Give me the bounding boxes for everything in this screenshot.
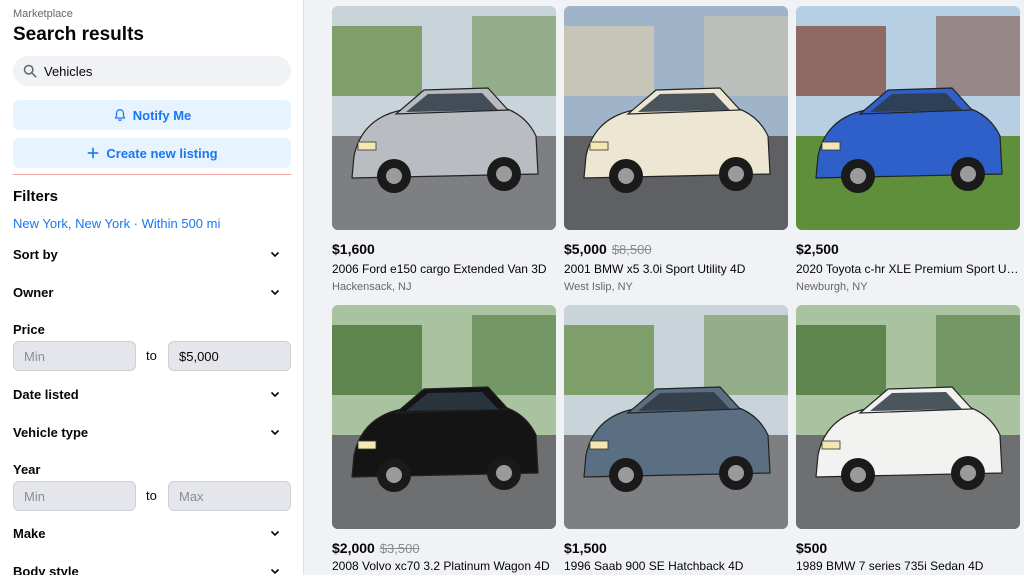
listing-price: $1,500 bbox=[564, 540, 607, 556]
owner-dropdown[interactable]: Owner bbox=[13, 282, 291, 302]
location-filter-link[interactable]: New York, New York · Within 500 mi bbox=[13, 216, 220, 231]
year-min-input[interactable]: Min bbox=[13, 481, 136, 511]
date-listed-dropdown[interactable]: Date listed bbox=[13, 384, 291, 404]
listing-price: $5,000 bbox=[564, 241, 607, 257]
listing-photo-image bbox=[564, 305, 788, 529]
listing-photo[interactable] bbox=[332, 6, 556, 230]
listing-photo[interactable] bbox=[332, 305, 556, 529]
listing-price: $2,000 bbox=[332, 540, 375, 556]
chevron-down-icon bbox=[270, 429, 280, 436]
listing-title: 2020 Toyota c-hr XLE Premium Sport Utili… bbox=[796, 262, 1020, 276]
chevron-down-icon bbox=[270, 530, 280, 537]
chevron-down-icon bbox=[270, 391, 280, 398]
listing-title: 2001 BMW x5 3.0i Sport Utility 4D bbox=[564, 262, 746, 276]
year-max-input[interactable]: Max bbox=[168, 481, 291, 511]
notify-me-label: Notify Me bbox=[132, 107, 192, 123]
breadcrumb[interactable]: Marketplace bbox=[13, 8, 73, 20]
listing-photo-image bbox=[564, 6, 788, 230]
chevron-down-icon bbox=[270, 289, 280, 296]
listing-photo[interactable] bbox=[796, 6, 1020, 230]
listing-original-price: $3,500 bbox=[379, 541, 420, 556]
listing-photo-image bbox=[796, 305, 1020, 529]
search-icon bbox=[23, 64, 37, 78]
listing-location: Hackensack, NJ bbox=[332, 281, 412, 293]
body-style-dropdown[interactable]: Body style bbox=[13, 561, 291, 575]
listing-photo-image bbox=[332, 305, 556, 529]
sort-by-label: Sort by bbox=[13, 246, 58, 262]
price-to-label: to bbox=[146, 348, 157, 363]
sort-by-dropdown[interactable]: Sort by bbox=[13, 244, 291, 264]
listing-original-price: $8,500 bbox=[611, 242, 652, 257]
price-max-input[interactable]: $5,000 bbox=[168, 341, 291, 371]
listing-photo[interactable] bbox=[564, 305, 788, 529]
make-label: Make bbox=[13, 525, 46, 541]
search-input-value: Vehicles bbox=[44, 63, 93, 79]
filters-heading: Filters bbox=[13, 188, 59, 205]
listing-photo-image bbox=[796, 6, 1020, 230]
bell-icon bbox=[114, 109, 125, 121]
page-title: Search results bbox=[13, 24, 144, 45]
listing-photo[interactable] bbox=[564, 6, 788, 230]
divider bbox=[13, 174, 291, 175]
chevron-down-icon bbox=[270, 568, 280, 575]
create-listing-label: Create new listing bbox=[106, 145, 218, 161]
filters-sidebar: Marketplace Search results Vehicles Noti… bbox=[0, 0, 304, 575]
price-min-input[interactable]: Min bbox=[13, 341, 136, 371]
listing-location: Newburgh, NY bbox=[796, 281, 868, 293]
listing-title: 1989 BMW 7 series 735i Sedan 4D bbox=[796, 559, 984, 573]
body-style-label: Body style bbox=[13, 563, 79, 575]
plus-icon bbox=[88, 147, 99, 159]
listing-title: 2006 Ford e150 cargo Extended Van 3D bbox=[332, 262, 547, 276]
price-label: Price bbox=[13, 322, 45, 337]
listing-location: West Islip, NY bbox=[564, 281, 633, 293]
year-to-label: to bbox=[146, 488, 157, 503]
listing-title: 1996 Saab 900 SE Hatchback 4D bbox=[564, 559, 744, 573]
search-input[interactable]: Vehicles bbox=[13, 56, 291, 86]
create-listing-button[interactable]: Create new listing bbox=[13, 138, 291, 168]
listing-price: $1,600 bbox=[332, 241, 375, 257]
listing-photo[interactable] bbox=[796, 305, 1020, 529]
owner-label: Owner bbox=[13, 284, 54, 300]
listing-title: 2008 Volvo xc70 3.2 Platinum Wagon 4D bbox=[332, 559, 550, 573]
listing-photo-image bbox=[332, 6, 556, 230]
make-dropdown[interactable]: Make bbox=[13, 523, 291, 543]
year-label: Year bbox=[13, 462, 41, 477]
listing-price: $500 bbox=[796, 540, 828, 556]
vehicle-type-dropdown[interactable]: Vehicle type bbox=[13, 422, 291, 442]
listing-price: $2,500 bbox=[796, 241, 839, 257]
vehicle-type-label: Vehicle type bbox=[13, 424, 89, 440]
notify-me-button[interactable]: Notify Me bbox=[13, 100, 291, 130]
date-listed-label: Date listed bbox=[13, 386, 79, 402]
chevron-down-icon bbox=[270, 251, 280, 258]
